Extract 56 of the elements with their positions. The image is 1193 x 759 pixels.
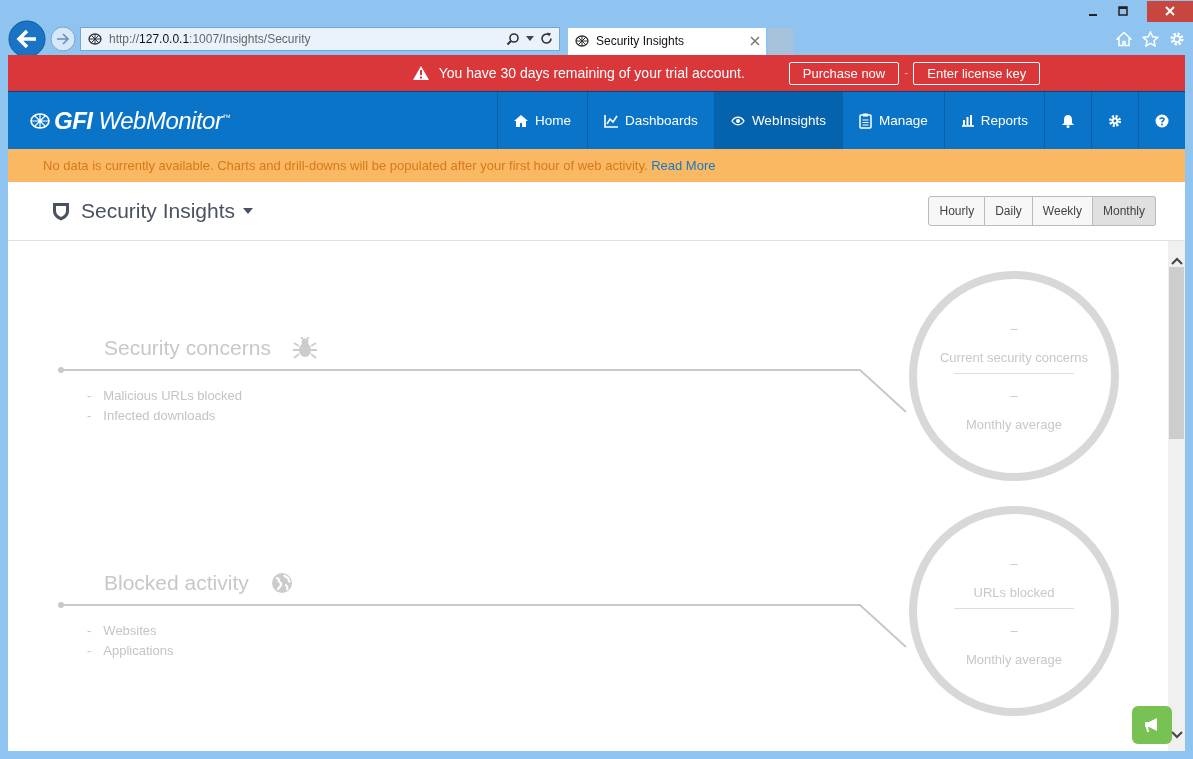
period-button[interactable]: Daily [985,196,1033,226]
close-icon[interactable] [750,36,760,46]
refresh-icon[interactable] [540,32,553,45]
list-item: Websites [103,623,157,638]
notice-message: No data is currently available. Charts and drill-downs will be populated after your first hour of web activity. Read More [43,158,716,173]
period-button[interactable]: Weekly [1032,196,1093,226]
url-text: http://127.0.0.1:1007/Insights/Security [109,31,311,46]
search-icon[interactable] [506,31,520,46]
stat-value: – [1010,555,1018,571]
stat-value: – [1010,320,1018,336]
list-item: Malicious URLs blocked [103,388,243,403]
globe-icon [28,110,52,131]
list-item: Applications [103,643,174,658]
back-icon[interactable] [8,19,46,58]
maximize-icon[interactable] [1117,5,1129,17]
caret-icon [243,208,254,214]
address-bar[interactable]: http://127.0.0.1:1007/Insights/Security [80,26,560,51]
close-icon [1164,5,1176,17]
warning-icon [412,66,429,80]
logo[interactable]: GFI WebMonitor$^{™}$ [8,92,230,149]
period-button[interactable]: Hourly [928,196,986,226]
trial-message: You have 30 days remaining of your trial account. [438,65,745,81]
eye-icon [730,115,745,126]
list-item: Infected downloads [103,408,216,423]
dropdown-icon[interactable] [526,36,534,41]
bullet-dash: - [87,408,92,423]
home-icon [514,113,529,128]
nav-item[interactable]: WebInsights [713,92,842,149]
trial-button[interactable]: Purchase now [788,61,900,85]
average-value: – [1010,622,1018,638]
average-value: – [1010,387,1018,403]
bug-icon [292,337,317,359]
tab-title: Security Insights [596,34,686,48]
help-icon [1155,113,1169,128]
globe-icon [574,34,590,48]
line-chart-icon [604,113,619,128]
clipboard-icon [858,112,872,129]
period-button[interactable]: Monthly [1092,196,1156,226]
settings-icon [1108,113,1122,128]
close-window-button[interactable] [1147,0,1193,22]
shield-icon [51,201,71,221]
bullet-dash: - [87,623,92,638]
star-icon[interactable] [1142,30,1159,47]
separator: - [904,66,909,80]
scrollbar[interactable] [1168,241,1185,751]
trial-button[interactable]: Enter license key [913,61,1041,85]
globe-icon [87,31,103,46]
globe-icon [270,572,293,594]
browser-tab[interactable]: Security Insights [568,27,766,55]
insights-dropdown[interactable]: Security Insights [81,199,254,223]
scroll-down-icon[interactable] [1170,731,1183,739]
bullet-dash: - [87,643,92,658]
bullet-dash: - [87,388,92,403]
bar-chart-icon [960,114,974,127]
scroll-up-icon[interactable] [1170,257,1183,265]
bell-icon [1061,113,1075,128]
